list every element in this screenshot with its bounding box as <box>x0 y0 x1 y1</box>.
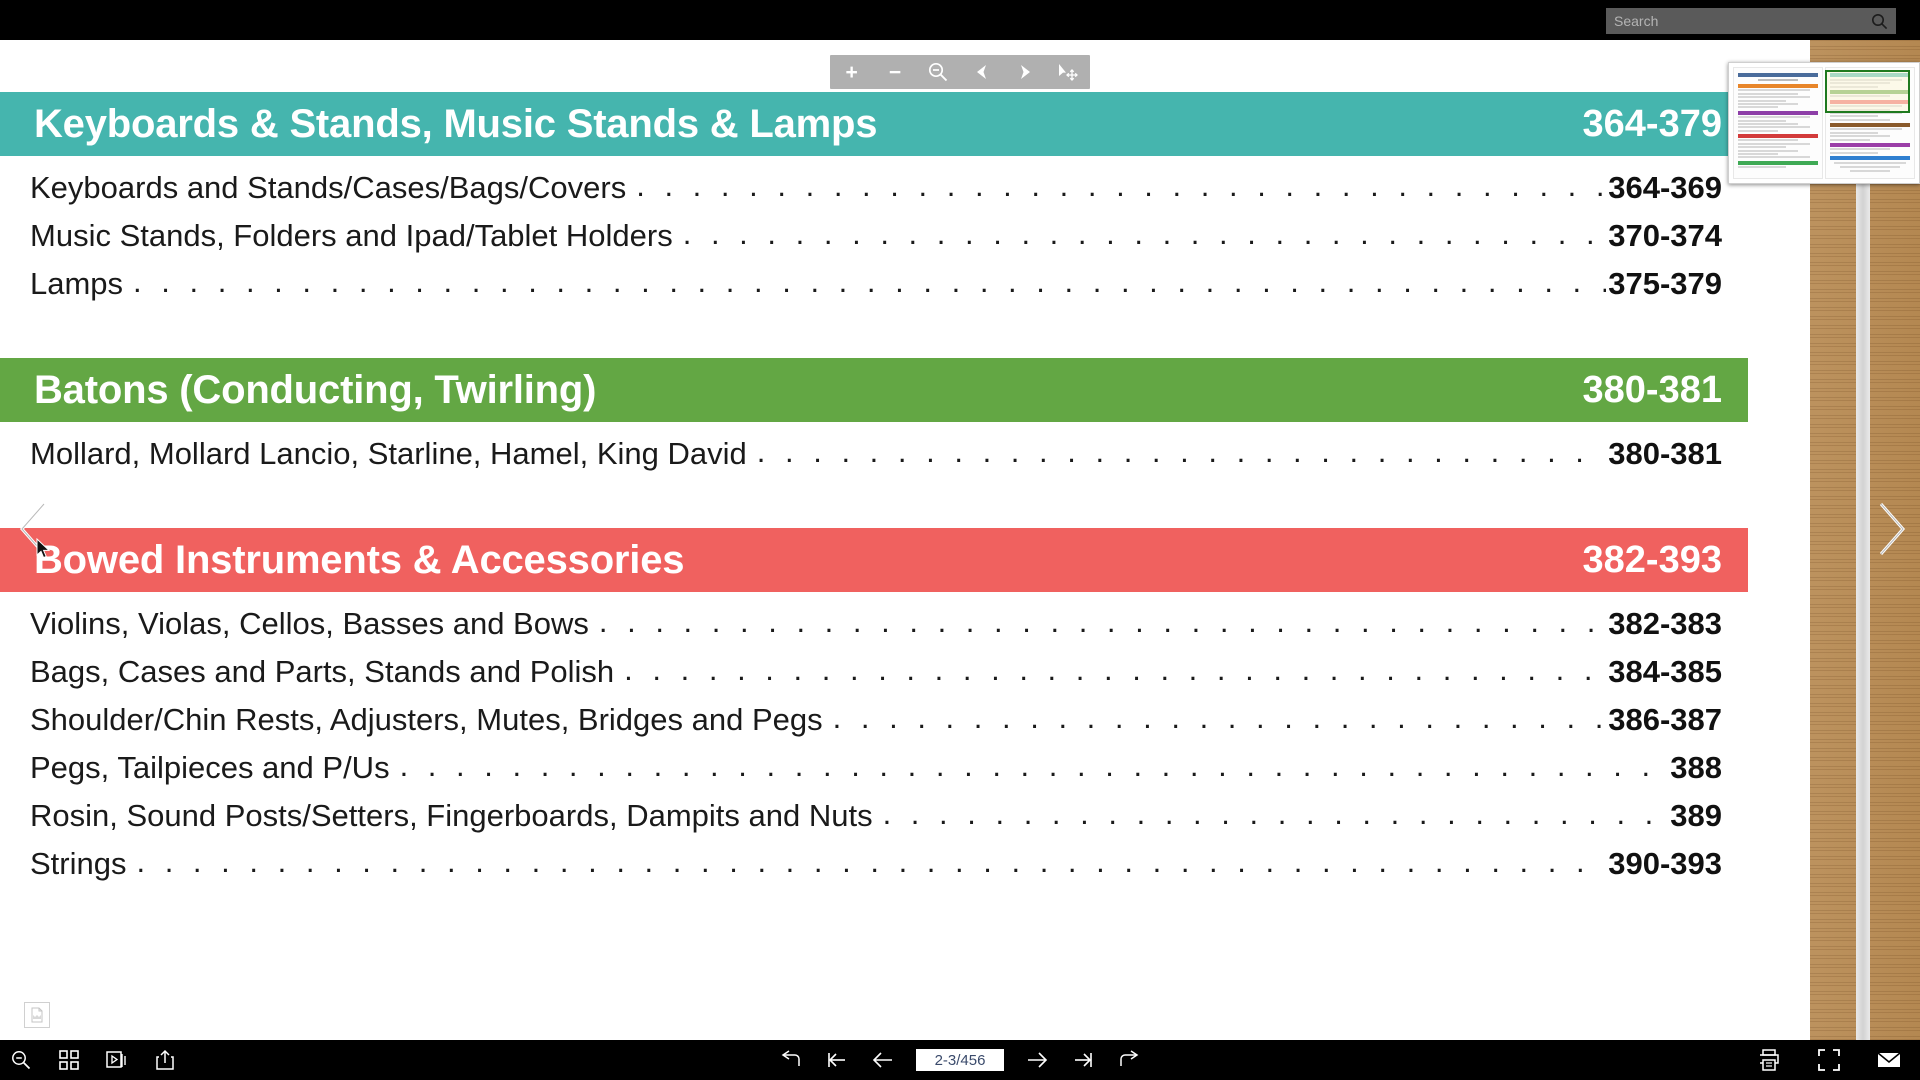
toc-leader-dots: . . . . . . . . . . . . . . . . . . . . … <box>682 216 1606 251</box>
cursor-move-icon[interactable] <box>1051 57 1085 87</box>
toc-entry-page: 375-379 <box>1608 266 1722 301</box>
toc-entry-label: Mollard, Mollard Lancio, Starline, Hamel… <box>30 436 747 471</box>
section-title: Batons (Conducting, Twirling) <box>34 367 597 412</box>
toc-entry-label: Keyboards and Stands/Cases/Bags/Covers <box>30 170 627 205</box>
email-button[interactable] <box>1876 1047 1902 1073</box>
toc-entry-label: Strings <box>30 846 127 881</box>
section-header-bar[interactable]: Bowed Instruments & Accessories 382-393 <box>0 528 1748 592</box>
toc-entry-label: Rosin, Sound Posts/Setters, Fingerboards… <box>30 798 873 833</box>
toc-entry-row[interactable]: Mollard, Mollard Lancio, Starline, Hamel… <box>0 434 1748 484</box>
zoom-out-button[interactable]: − <box>878 57 912 87</box>
search-input[interactable] <box>1614 13 1870 29</box>
bottom-left-controls <box>8 1047 178 1073</box>
slideshow-button[interactable] <box>104 1047 130 1073</box>
section-entry-list: Keyboards and Stands/Cases/Bags/Covers . … <box>0 156 1748 324</box>
page-navigation <box>778 1047 1142 1073</box>
zoom-in-button[interactable]: + <box>835 57 869 87</box>
magnifier-minus-icon[interactable] <box>921 57 955 87</box>
toc-entry-page: 386-387 <box>1608 702 1722 737</box>
last-page-button[interactable] <box>1070 1047 1096 1073</box>
toc-entry-row[interactable]: Shoulder/Chin Rests, Adjusters, Mutes, B… <box>0 700 1748 750</box>
section-title: Keyboards & Stands, Music Stands & Lamps <box>34 101 878 146</box>
broken-image-placeholder <box>24 1002 50 1028</box>
print-button[interactable] <box>1756 1047 1782 1073</box>
app-root: Keyboards & Stands, Music Stands & Lamps… <box>0 0 1920 1080</box>
toc-entry-page: 364-369 <box>1608 170 1722 205</box>
previous-page-button[interactable] <box>870 1047 896 1073</box>
bottom-toolbar <box>0 1040 1920 1080</box>
toc-entry-page: 390-393 <box>1608 846 1722 881</box>
toc-leader-dots: . . . . . . . . . . . . . . . . . . . . … <box>756 434 1606 469</box>
table-of-contents: Keyboards & Stands, Music Stands & Lamps… <box>0 40 1810 904</box>
toc-leader-dots: . . . . . . . . . . . . . . . . . . . . … <box>882 796 1669 831</box>
next-page-chevron[interactable] <box>1867 498 1913 560</box>
toc-entry-page: 382-383 <box>1608 606 1722 641</box>
section-entry-list: Violins, Violas, Cellos, Basses and Bows… <box>0 592 1748 904</box>
toc-entry-row[interactable]: Bags, Cases and Parts, Stands and Polish… <box>0 652 1748 702</box>
next-page-button[interactable] <box>1024 1047 1050 1073</box>
toc-leader-dots: . . . . . . . . . . . . . . . . . . . . … <box>136 844 1606 879</box>
zoom-toolbar: + − <box>830 55 1090 89</box>
viewer-canvas: Keyboards & Stands, Music Stands & Lamps… <box>0 40 1920 1040</box>
back-button[interactable] <box>778 1047 804 1073</box>
toc-entry-page: 380-381 <box>1608 436 1722 471</box>
arrow-right-icon[interactable] <box>1008 57 1042 87</box>
toc-entry-row[interactable]: Strings . . . . . . . . . . . . . . . . .… <box>0 844 1748 894</box>
toc-entry-row[interactable]: Keyboards and Stands/Cases/Bags/Covers . … <box>0 168 1748 218</box>
thumbnail-spread <box>1733 67 1915 179</box>
toc-entry-label: Pegs, Tailpieces and P/Us <box>30 750 390 785</box>
document-page: Keyboards & Stands, Music Stands & Lamps… <box>0 40 1810 1040</box>
toc-leader-dots: . . . . . . . . . . . . . . . . . . . . … <box>399 748 1669 783</box>
toc-entry-page: 370-374 <box>1608 218 1722 253</box>
section-page-range: 380-381 <box>1582 368 1722 411</box>
section-title: Bowed Instruments & Accessories <box>34 537 685 582</box>
section-header-bar[interactable]: Keyboards & Stands, Music Stands & Lamps… <box>0 92 1748 156</box>
vertical-scrollbar[interactable] <box>1856 80 1870 1040</box>
share-button[interactable] <box>152 1047 178 1073</box>
toc-entry-row[interactable]: Violins, Violas, Cellos, Basses and Bows… <box>0 604 1748 654</box>
section-page-range: 364-379 <box>1582 102 1722 145</box>
previous-page-chevron[interactable] <box>14 498 60 560</box>
fullscreen-button[interactable] <box>1816 1047 1842 1073</box>
thumbnail-page-right <box>1825 67 1915 179</box>
toc-entry-row[interactable]: Lamps . . . . . . . . . . . . . . . . . .… <box>0 264 1748 314</box>
arrow-left-icon[interactable] <box>965 57 999 87</box>
first-page-button[interactable] <box>824 1047 850 1073</box>
toc-leader-dots: . . . . . . . . . . . . . . . . . . . . … <box>133 264 1606 299</box>
search-icon[interactable] <box>1870 12 1888 30</box>
toc-entry-page: 388 <box>1670 750 1722 785</box>
toc-entry-label: Violins, Violas, Cellos, Basses and Bows <box>30 606 589 641</box>
search-box[interactable] <box>1606 8 1896 34</box>
thumbnails-grid-button[interactable] <box>56 1047 82 1073</box>
search-toggle-button[interactable] <box>8 1047 34 1073</box>
top-toolbar <box>0 0 1920 40</box>
toc-entry-row[interactable]: Rosin, Sound Posts/Setters, Fingerboards… <box>0 796 1748 846</box>
toc-entry-label: Bags, Cases and Parts, Stands and Polish <box>30 654 615 689</box>
toc-entry-row[interactable]: Music Stands, Folders and Ipad/Tablet Ho… <box>0 216 1748 266</box>
toc-entry-page: 389 <box>1670 798 1722 833</box>
page-thumbnail-preview[interactable] <box>1728 62 1920 184</box>
section-entry-list: Mollard, Mollard Lancio, Starline, Hamel… <box>0 422 1748 494</box>
section-page-range: 382-393 <box>1582 538 1722 581</box>
toc-entry-label: Music Stands, Folders and Ipad/Tablet Ho… <box>30 218 673 253</box>
toc-leader-dots: . . . . . . . . . . . . . . . . . . . . … <box>624 652 1606 687</box>
toc-leader-dots: . . . . . . . . . . . . . . . . . . . . … <box>598 604 1606 639</box>
forward-button[interactable] <box>1116 1047 1142 1073</box>
toc-entry-label: Shoulder/Chin Rests, Adjusters, Mutes, B… <box>30 702 823 737</box>
bottom-right-controls <box>1756 1047 1902 1073</box>
page-number-input[interactable] <box>916 1049 1004 1071</box>
toc-leader-dots: . . . . . . . . . . . . . . . . . . . . … <box>636 168 1606 203</box>
toc-entry-row[interactable]: Pegs, Tailpieces and P/Us . . . . . . . .… <box>0 748 1748 798</box>
thumbnail-page-left <box>1733 67 1823 179</box>
section-header-bar[interactable]: Batons (Conducting, Twirling) 380-381 <box>0 358 1748 422</box>
toc-leader-dots: . . . . . . . . . . . . . . . . . . . . … <box>832 700 1607 735</box>
toc-entry-label: Lamps <box>30 266 124 301</box>
toc-entry-page: 384-385 <box>1608 654 1722 689</box>
